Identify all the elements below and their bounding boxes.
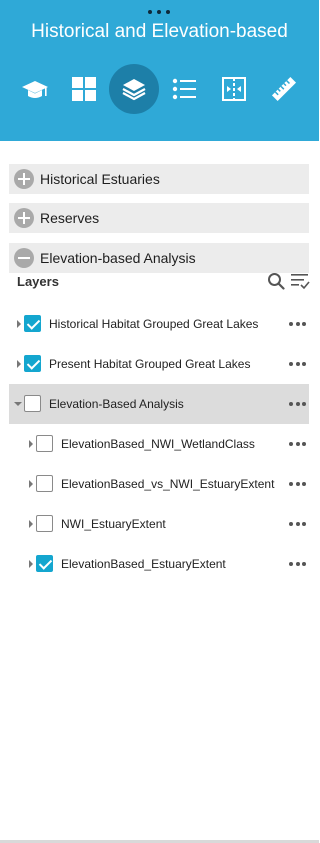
- tool-about-button[interactable]: [10, 64, 60, 114]
- layer-checkbox[interactable]: [24, 355, 41, 372]
- tool-layers-button[interactable]: [109, 64, 159, 114]
- layer-checkbox[interactable]: [24, 395, 41, 412]
- more-options-icon[interactable]: [289, 362, 306, 367]
- more-options-icon[interactable]: [289, 322, 306, 327]
- caret-right-icon[interactable]: [15, 360, 23, 368]
- caret-right-icon[interactable]: [27, 440, 35, 448]
- more-options-icon[interactable]: [289, 562, 306, 567]
- more-options-icon[interactable]: [289, 482, 306, 487]
- tool-legend-button[interactable]: [159, 64, 209, 114]
- layer-row-group[interactable]: Elevation-Based Analysis: [9, 384, 309, 424]
- tool-swipe-button[interactable]: [209, 64, 259, 114]
- layer-checkbox[interactable]: [36, 475, 53, 492]
- layers-icon: [122, 79, 146, 101]
- sublayer-row[interactable]: ElevationBased_NWI_WetlandClass: [9, 424, 309, 464]
- caret-right-icon[interactable]: [27, 480, 35, 488]
- expand-plus-icon[interactable]: [14, 208, 34, 228]
- sublayer-row[interactable]: NWI_EstuaryExtent: [9, 504, 309, 544]
- section-label: Elevation-based Analysis: [40, 250, 196, 266]
- section-label: Historical Estuaries: [40, 171, 160, 187]
- sublayer-row[interactable]: ElevationBased_vs_NWI_EstuaryExtent: [9, 464, 309, 504]
- layers-heading: Layers: [17, 274, 59, 289]
- legend-list-icon: [172, 78, 196, 100]
- section-reserves[interactable]: Reserves: [9, 203, 309, 233]
- toolbar: [0, 64, 319, 114]
- layer-checkbox[interactable]: [36, 435, 53, 452]
- layer-name: NWI_EstuaryExtent: [61, 517, 166, 531]
- graduation-cap-icon: [22, 81, 48, 98]
- section-historical-estuaries[interactable]: Historical Estuaries: [9, 164, 309, 194]
- search-icon[interactable]: [267, 272, 285, 290]
- more-options-icon[interactable]: [289, 442, 306, 447]
- section-elevation-based-analysis[interactable]: Elevation-based Analysis: [9, 243, 309, 273]
- layer-name: ElevationBased_EstuaryExtent: [61, 557, 226, 571]
- caret-right-icon[interactable]: [15, 320, 23, 328]
- caret-right-icon[interactable]: [27, 560, 35, 568]
- more-options-icon[interactable]: [289, 402, 306, 407]
- collapse-minus-icon[interactable]: [14, 248, 34, 268]
- layer-name: Elevation-Based Analysis: [49, 397, 184, 411]
- tool-basemap-button[interactable]: [59, 64, 109, 114]
- layer-name: Present Habitat Grouped Great Lakes: [49, 357, 251, 371]
- ruler-icon: [271, 76, 297, 102]
- widget-title: Historical and Elevation-based: [31, 21, 288, 42]
- layer-row[interactable]: Present Habitat Grouped Great Lakes: [9, 344, 309, 384]
- layer-name: ElevationBased_NWI_WetlandClass: [61, 437, 255, 451]
- grid-icon: [72, 77, 96, 101]
- caret-right-icon[interactable]: [27, 520, 35, 528]
- caret-down-icon[interactable]: [14, 400, 22, 408]
- layer-name: Historical Habitat Grouped Great Lakes: [49, 317, 259, 331]
- tool-measure-button[interactable]: [259, 64, 309, 114]
- layer-checkbox[interactable]: [36, 515, 53, 532]
- filter-list-icon[interactable]: [290, 272, 310, 290]
- drag-handle-icon[interactable]: [148, 7, 170, 17]
- layer-checkbox[interactable]: [36, 555, 53, 572]
- expand-plus-icon[interactable]: [14, 169, 34, 189]
- layer-row[interactable]: Historical Habitat Grouped Great Lakes: [9, 304, 309, 344]
- widget-header: Historical and Elevation-based: [0, 0, 319, 141]
- layer-name: ElevationBased_vs_NWI_EstuaryExtent: [61, 477, 275, 491]
- more-options-icon[interactable]: [289, 522, 306, 527]
- swipe-icon: [222, 77, 246, 101]
- sublayer-row[interactable]: ElevationBased_EstuaryExtent: [9, 544, 309, 584]
- layer-checkbox[interactable]: [24, 315, 41, 332]
- section-label: Reserves: [40, 210, 100, 226]
